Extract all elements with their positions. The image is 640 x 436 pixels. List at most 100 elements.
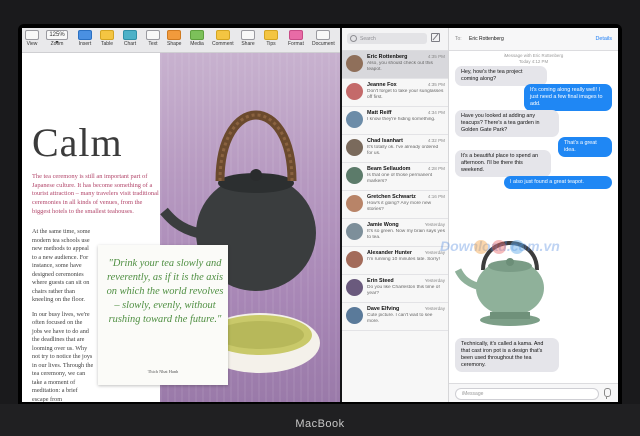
avatar — [346, 279, 363, 296]
toolbar-media-button[interactable]: Media — [190, 30, 204, 47]
message-thread: To: Eric Rottenberg Details iMessage wit… — [449, 28, 618, 402]
quote-attribution: Thich Nhat Hanh — [147, 369, 179, 374]
message-bubble[interactable]: It's a beautiful place to spend an after… — [455, 150, 551, 177]
message-preview: Is that one of those permanent markers? — [367, 173, 433, 185]
avatar — [346, 55, 363, 72]
shape-icon — [167, 30, 182, 40]
document-title[interactable]: Calm — [32, 119, 123, 166]
conversation-row[interactable]: Jamie Wong Yesterday It's so green. Now my… — [342, 219, 448, 247]
toolbar-tips-button[interactable]: Tips — [264, 30, 278, 47]
conversation-row[interactable]: Alexander Hunter Yesterday I'm running 10 … — [342, 247, 448, 275]
avatar — [346, 139, 363, 156]
toolbar-format-button[interactable]: Format — [288, 30, 304, 47]
toolbar-label: Format — [288, 41, 304, 47]
document-canvas[interactable]: Calm The tea ceremony is still an import… — [22, 53, 340, 402]
toolbar-label: Media — [190, 41, 204, 47]
to-label: To: — [455, 36, 462, 42]
contact-name: Beam Sellaudom — [367, 166, 411, 172]
toolbar-text-button[interactable]: Text — [146, 30, 160, 47]
comment-icon — [215, 30, 230, 40]
microphone-icon[interactable] — [604, 388, 611, 399]
conversation-row[interactable]: Erin Steed Yesterday Do you like Charlesto… — [342, 275, 448, 303]
conversation-list: Search Eric Rottenberg 4:35 PM Also, you s… — [342, 28, 449, 402]
contact-name: Matt Reiff — [367, 110, 392, 116]
watermark-dot — [474, 240, 488, 254]
chart-icon — [123, 30, 137, 40]
conversation-row[interactable]: Beam Sellaudom 4:28 PM Is that one of thos… — [342, 163, 448, 191]
pull-quote[interactable]: "Drink your tea slowly and reverently, a… — [98, 245, 228, 385]
message-bubble[interactable]: Hey, how's the tea project coming along? — [455, 66, 547, 86]
toolbar-view-button[interactable]: View — [25, 30, 39, 47]
conversation-row[interactable]: Gretchen Schwartz 4:16 PM How's it going? … — [342, 191, 448, 219]
text-icon — [146, 30, 160, 40]
quote-text: "Drink your tea slowly and reverently, a… — [106, 258, 224, 325]
message-time: Yesterday — [424, 306, 445, 311]
search-icon — [350, 35, 357, 42]
message-bubble[interactable]: Technically, it's called a kama. And tha… — [455, 338, 559, 372]
conversation-row[interactable]: Matt Reiff 4:34 PM I know they're hiding s… — [342, 107, 448, 135]
toolbar-shape-button[interactable]: Shape — [167, 30, 181, 47]
imessage-input[interactable]: iMessage — [455, 388, 599, 400]
message-bubble[interactable]: That's a great idea. — [558, 137, 612, 157]
toolbar-zoom-button[interactable]: 125% ▾ Zoom — [46, 30, 68, 47]
details-button[interactable]: Details — [596, 36, 612, 42]
conversation-row[interactable]: Eric Rottenberg 4:35 PM Also, you should c… — [342, 51, 448, 79]
share-icon — [241, 30, 255, 40]
watermark-dot — [510, 240, 524, 254]
avatar — [346, 111, 363, 128]
toolbar-chart-button[interactable]: Chart — [123, 30, 137, 47]
toolbar-label: Table — [101, 41, 113, 47]
screen: View 125% ▾ Zoom Insert Table Chart Text… — [22, 28, 618, 402]
watermark-dot — [492, 240, 506, 254]
conversation-row[interactable]: Jeanne Fox 4:35 PM Don't forget to take yo… — [342, 79, 448, 107]
message-preview: Do you like Charleston this time of year… — [367, 285, 440, 297]
zoom-select[interactable]: 125% ▾ — [46, 30, 68, 46]
message-time: Yesterday — [424, 278, 445, 283]
toolbar-table-button[interactable]: Table — [100, 30, 114, 47]
toolbar-comment-button[interactable]: Comment — [212, 30, 234, 47]
device-brand-label: MacBook — [295, 418, 345, 430]
macbook-device: View 125% ▾ Zoom Insert Table Chart Text… — [0, 0, 640, 436]
thread-header: To: Eric Rottenberg Details — [449, 28, 618, 51]
conversation-row[interactable]: Dave Elfving Yesterday Cute picture. I can… — [342, 303, 448, 331]
message-time: 4:16 PM — [427, 194, 445, 199]
message-bubble[interactable]: I also just found a great teapot. — [504, 176, 612, 189]
contact-name: Eric Rottenberg — [367, 54, 408, 60]
avatar — [346, 83, 363, 100]
list-header: Search — [342, 28, 448, 51]
tips-icon — [264, 30, 278, 40]
message-bubble[interactable]: It's coming along really well! I just ne… — [524, 84, 612, 111]
compose-bar: iMessage — [449, 383, 618, 402]
message-preview: I know they're hiding something. — [367, 117, 436, 122]
sidebar-icon — [25, 30, 39, 40]
message-preview: It's so green. Now my brain says yes to … — [367, 229, 445, 241]
message-time: 4:32 PM — [427, 138, 445, 143]
format-icon — [288, 30, 303, 40]
search-input[interactable]: Search — [347, 33, 427, 44]
toolbar-label: Comment — [212, 41, 234, 47]
pages-toolbar: View 125% ▾ Zoom Insert Table Chart Text… — [22, 28, 340, 53]
message-time: Yesterday — [424, 222, 445, 227]
toolbar-insert-button[interactable]: Insert — [78, 30, 92, 47]
contact-name: Erin Steed — [367, 278, 394, 284]
message-preview: I'm running 10 minutes late. Sorry! — [367, 257, 440, 262]
body-text[interactable]: At the same time, some modern tea school… — [32, 228, 94, 402]
compose-icon[interactable] — [431, 33, 440, 42]
toolbar-document-button[interactable]: Document — [312, 30, 335, 47]
message-preview: Also, you should check out this teapot. — [367, 61, 433, 73]
avatar — [346, 251, 363, 268]
contact-name: Alexander Hunter — [367, 250, 412, 256]
recipient-name[interactable]: Eric Rottenberg — [469, 36, 504, 42]
toolbar-label: Chart — [123, 41, 137, 47]
lead-paragraph[interactable]: The tea ceremony is still an important p… — [32, 173, 160, 217]
toolbar-label: View — [26, 41, 38, 47]
messages-app: Search Eric Rottenberg 4:35 PM Also, you s… — [342, 28, 618, 402]
message-preview: It's totally ok. I've already ordered fo… — [367, 145, 439, 157]
toolbar-share-button[interactable]: Share — [241, 30, 255, 47]
avatar — [346, 307, 363, 324]
message-bubble[interactable]: Have you looked at adding any teacups? T… — [455, 110, 559, 137]
contact-name: Jeanne Fox — [367, 82, 397, 88]
conversation-row[interactable]: Chad Isanhart 4:32 PM It's totally ok. I'v… — [342, 135, 448, 163]
thread-timestamp: Today 4:12 PM — [518, 59, 549, 64]
toolbar-label: Text — [148, 41, 158, 47]
